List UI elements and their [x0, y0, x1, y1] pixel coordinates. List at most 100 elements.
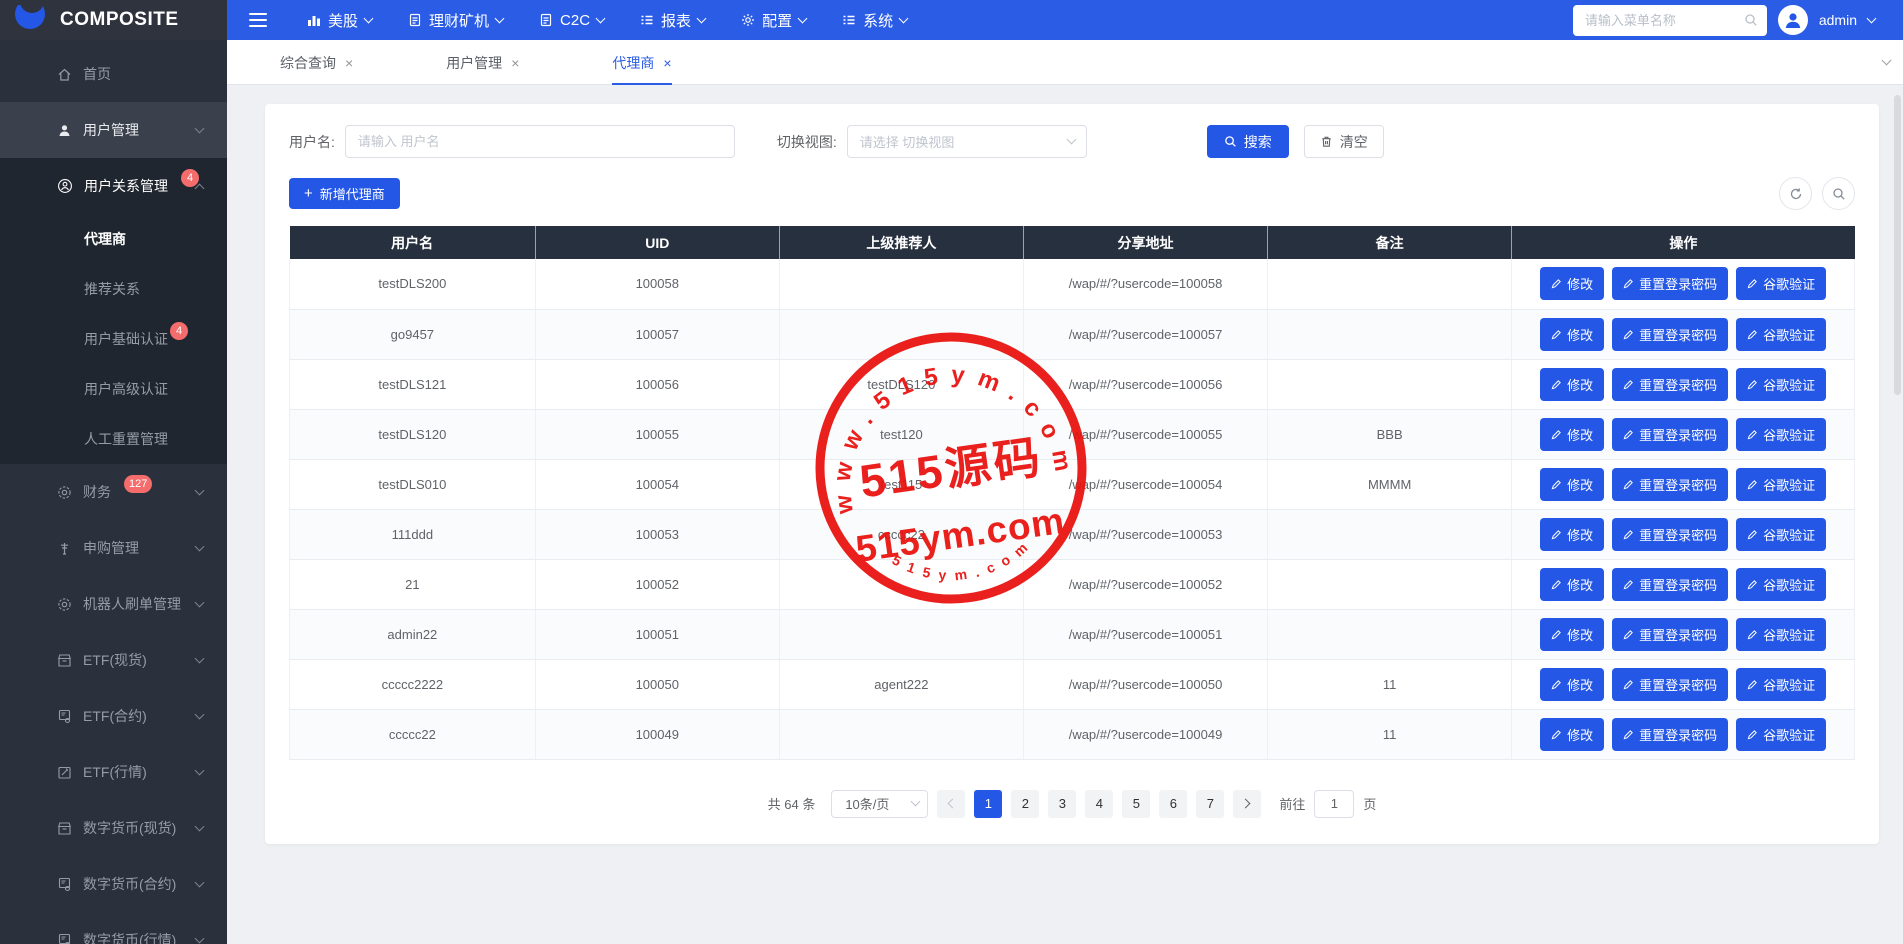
- reset-password-button[interactable]: 重置登录密码: [1612, 517, 1729, 551]
- page-button-2[interactable]: 2: [1011, 789, 1040, 818]
- close-icon[interactable]: ×: [511, 56, 519, 70]
- nav-item-config[interactable]: 配置: [741, 10, 808, 31]
- sidebar-item-robot-management[interactable]: 机器人刷单管理: [0, 576, 227, 632]
- edit-button[interactable]: 修改: [1540, 717, 1605, 751]
- cell-referrer: test120: [778, 409, 1024, 460]
- reset-password-button[interactable]: 重置登录密码: [1612, 717, 1729, 751]
- chevron-down-icon: [194, 821, 205, 831]
- reset-password-button-label: 重置登录密码: [1639, 727, 1718, 743]
- google-auth-button[interactable]: 谷歌验证: [1736, 367, 1827, 401]
- edit-button[interactable]: 修改: [1540, 417, 1605, 451]
- reset-password-button[interactable]: 重置登录密码: [1612, 467, 1729, 501]
- google-auth-button[interactable]: 谷歌验证: [1736, 417, 1827, 451]
- close-icon[interactable]: ×: [345, 56, 353, 70]
- edit-button[interactable]: 修改: [1540, 517, 1605, 551]
- cell-username: 21: [289, 559, 536, 610]
- google-auth-button[interactable]: 谷歌验证: [1736, 667, 1827, 701]
- tab-user-management[interactable]: 用户管理 ×: [446, 40, 519, 85]
- search-button[interactable]: 搜索: [1206, 125, 1289, 158]
- google-auth-button[interactable]: 谷歌验证: [1736, 567, 1827, 601]
- edit-button[interactable]: 修改: [1540, 467, 1605, 501]
- sidebar-item-crypto-spot[interactable]: 数字货币(现货): [0, 800, 227, 856]
- sidebar-subitem-advanced-auth[interactable]: 用户高级认证: [0, 364, 227, 414]
- avatar[interactable]: [1777, 5, 1808, 35]
- close-icon[interactable]: ×: [663, 56, 671, 70]
- sidebar-item-user-relation-management[interactable]: 用户关系管理 4: [0, 158, 227, 214]
- tab-combined-query[interactable]: 综合查询 ×: [280, 40, 353, 85]
- nav-item-system[interactable]: 系统: [842, 10, 909, 31]
- nav-label: 美股: [328, 12, 359, 30]
- chevron-down-icon: [194, 541, 205, 551]
- username-filter-input[interactable]: [344, 125, 735, 158]
- cell-uid: 100058: [534, 259, 780, 310]
- nav-item-us-stocks[interactable]: 美股: [307, 10, 374, 31]
- add-agent-button[interactable]: + 新增代理商: [289, 178, 400, 209]
- nav-item-reports[interactable]: 报表: [640, 10, 707, 31]
- edit-button[interactable]: 修改: [1540, 617, 1605, 651]
- page-button-7[interactable]: 7: [1196, 789, 1225, 818]
- cell-username: ccccc22: [289, 709, 536, 760]
- google-auth-button[interactable]: 谷歌验证: [1736, 717, 1827, 751]
- page-jump-input[interactable]: [1314, 789, 1355, 818]
- sidebar-item-home[interactable]: 首页: [0, 46, 227, 102]
- sidebar-subitem-basic-auth[interactable]: 用户基础认证 4: [0, 314, 227, 364]
- edit-button[interactable]: 修改: [1540, 317, 1605, 351]
- reset-password-button[interactable]: 重置登录密码: [1612, 317, 1729, 351]
- view-switch-select[interactable]: 请选择 切换视图: [846, 125, 1087, 158]
- chevron-down-icon[interactable]: [1866, 13, 1877, 23]
- cell-actions: 修改 重置登录密码 谷歌验证: [1511, 509, 1855, 560]
- google-auth-button[interactable]: 谷歌验证: [1736, 467, 1827, 501]
- edit-button[interactable]: 修改: [1540, 667, 1605, 701]
- menu-search-box: [1572, 4, 1767, 36]
- cell-share-url: /wap/#/?usercode=100051: [1022, 609, 1269, 660]
- sidebar-item-crypto-contract[interactable]: 数字货币(合约): [0, 856, 227, 912]
- cell-uid: 100055: [534, 409, 780, 460]
- nav-item-wealth-mining[interactable]: 理财矿机: [408, 10, 505, 31]
- sidebar-item-label: 推荐关系: [84, 281, 140, 297]
- sidebar-item-etf-market[interactable]: ETF(行情): [0, 744, 227, 800]
- tab-list-dropdown[interactable]: [1869, 40, 1903, 84]
- cell-uid: 100049: [534, 709, 780, 760]
- next-page-button[interactable]: [1233, 789, 1262, 818]
- sidebar-subitem-manual-reset[interactable]: 人工重置管理: [0, 414, 227, 464]
- page-button-4[interactable]: 4: [1085, 789, 1114, 818]
- clear-button[interactable]: 清空: [1303, 125, 1384, 158]
- column-search-button[interactable]: [1822, 177, 1855, 210]
- sidebar-item-finance[interactable]: 财务 127: [0, 464, 227, 520]
- current-user[interactable]: admin: [1819, 12, 1857, 28]
- sidebar-item-etf-contract[interactable]: ETF(合约): [0, 688, 227, 744]
- edit-button[interactable]: 修改: [1540, 367, 1605, 401]
- reset-password-button[interactable]: 重置登录密码: [1612, 417, 1729, 451]
- edit-button[interactable]: 修改: [1540, 567, 1605, 601]
- prev-page-button[interactable]: [937, 789, 966, 818]
- google-auth-button[interactable]: 谷歌验证: [1736, 517, 1827, 551]
- reset-password-button[interactable]: 重置登录密码: [1612, 617, 1729, 651]
- reset-password-button[interactable]: 重置登录密码: [1612, 667, 1729, 701]
- reset-password-button[interactable]: 重置登录密码: [1612, 567, 1729, 601]
- sidebar-item-subscription-management[interactable]: 申购管理: [0, 520, 227, 576]
- tab-agent[interactable]: 代理商 ×: [612, 40, 672, 85]
- page-button-1[interactable]: 1: [974, 789, 1003, 818]
- sidebar-item-user-management[interactable]: 用户管理: [0, 102, 227, 158]
- menu-search-input[interactable]: [1584, 12, 1737, 28]
- google-auth-button-label: 谷歌验证: [1763, 677, 1816, 693]
- sidebar-item-etf-spot[interactable]: ETF(现货): [0, 632, 227, 688]
- reset-password-button[interactable]: 重置登录密码: [1612, 267, 1729, 301]
- reset-password-button[interactable]: 重置登录密码: [1612, 367, 1729, 401]
- page-size-select[interactable]: 10条/页: [831, 789, 929, 818]
- page-button-5[interactable]: 5: [1122, 789, 1151, 818]
- sidebar-subitem-agent[interactable]: 代理商: [0, 214, 227, 264]
- sidebar-item-crypto-market[interactable]: 数字货币(行情): [0, 912, 227, 944]
- sidebar-subitem-referral-relation[interactable]: 推荐关系: [0, 264, 227, 314]
- google-auth-button[interactable]: 谷歌验证: [1736, 617, 1827, 651]
- page-button-6[interactable]: 6: [1159, 789, 1188, 818]
- hamburger-menu-icon[interactable]: [249, 13, 267, 27]
- google-auth-button[interactable]: 谷歌验证: [1736, 267, 1827, 301]
- google-auth-button[interactable]: 谷歌验证: [1736, 317, 1827, 351]
- refresh-button[interactable]: [1779, 177, 1812, 210]
- badge: 4: [181, 169, 199, 187]
- scrollbar-thumb[interactable]: [1894, 95, 1901, 395]
- page-button-3[interactable]: 3: [1048, 789, 1077, 818]
- nav-item-c2c[interactable]: C2C: [539, 12, 606, 29]
- edit-button[interactable]: 修改: [1540, 267, 1605, 301]
